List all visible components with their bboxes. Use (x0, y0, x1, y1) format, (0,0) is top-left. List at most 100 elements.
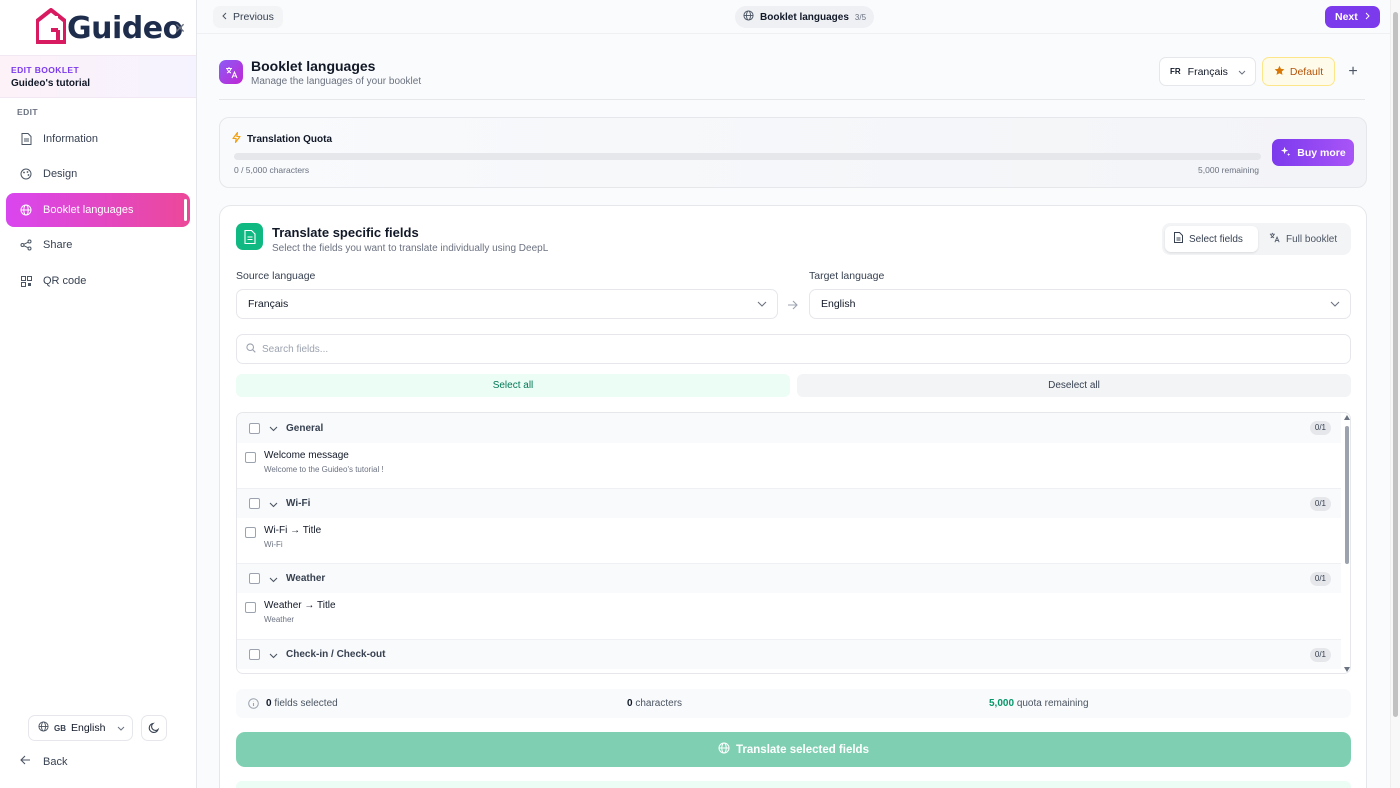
sidebar-item-label: Information (43, 133, 99, 145)
group-checkbox[interactable] (249, 649, 260, 660)
add-language-button[interactable]: + (1342, 61, 1364, 83)
chevron-right-icon (1365, 11, 1370, 23)
chars-count-text: characters (635, 698, 683, 709)
select-all-button[interactable]: Select all (236, 374, 790, 397)
search-placeholder: Search fields... (262, 343, 329, 355)
quota-count-value: 5,000 (989, 698, 1015, 709)
group-count-badge: 0/1 (1309, 648, 1331, 662)
interface-language-select[interactable]: GB English (28, 715, 133, 741)
field-group-general[interactable]: General 0/1 (237, 413, 1341, 443)
source-language-label: Source language (236, 270, 316, 282)
quota-remaining-count: 5,000 quota remaining (989, 698, 1089, 709)
fields-count-value: 0 (266, 698, 272, 709)
scroll-down-icon[interactable] (1344, 667, 1350, 672)
field-title: Weather → Title (264, 600, 336, 611)
group-name: Weather (286, 573, 326, 584)
buy-more-button[interactable]: Buy more (1272, 139, 1354, 166)
globe-icon (20, 204, 32, 216)
fields-selected-count: 0 fields selected (266, 698, 338, 709)
back-button[interactable]: Back (20, 755, 67, 768)
qr-code-icon (20, 275, 32, 287)
quota-progress-bar (234, 153, 1261, 160)
next-section-peek (236, 781, 1351, 788)
field-checkbox[interactable] (245, 452, 256, 463)
close-sidebar-icon[interactable]: ✕ (172, 20, 188, 36)
chevron-down-icon[interactable] (269, 648, 278, 662)
field-checkbox[interactable] (245, 527, 256, 538)
next-button[interactable]: Next (1325, 6, 1380, 28)
search-fields-input[interactable]: Search fields... (236, 334, 1351, 364)
quota-title: Translation Quota (232, 131, 332, 146)
group-checkbox[interactable] (249, 422, 260, 434)
fields-list: General 0/1 Welcome message Welcome to t… (236, 412, 1351, 674)
tab-select-fields[interactable]: Select fields (1165, 226, 1258, 252)
next-label: Next (1335, 11, 1358, 23)
sidebar-item-label: Booklet languages (43, 204, 134, 216)
target-language-value: English (821, 298, 856, 310)
chevron-down-icon[interactable] (269, 497, 278, 511)
deselect-all-button[interactable]: Deselect all (797, 374, 1351, 397)
tab-full-booklet[interactable]: Full booklet (1260, 226, 1346, 252)
group-count-badge: 0/1 (1309, 572, 1331, 586)
list-item[interactable]: Welcome message Welcome to the Guideo's … (237, 443, 1341, 488)
default-language-button[interactable]: Default (1262, 57, 1335, 86)
step-count: 3/5 (854, 12, 867, 22)
field-title: Welcome message (264, 450, 349, 461)
guideo-logo[interactable]: Guideo (36, 6, 183, 44)
document-icon (20, 133, 32, 145)
step-label: Booklet languages (760, 11, 849, 23)
source-language-select[interactable]: Français (236, 289, 778, 319)
sidebar-item-label: QR code (43, 275, 87, 287)
booklet-language-select[interactable]: FR Français (1159, 57, 1256, 86)
scroll-up-icon[interactable] (1344, 415, 1350, 420)
lightning-icon (232, 131, 241, 146)
field-group-weather[interactable]: Weather 0/1 (237, 563, 1341, 593)
logo-house-icon (36, 8, 66, 44)
group-checkbox[interactable] (249, 498, 260, 509)
edit-booklet-box: EDIT BOOKLET Guideo's tutorial (0, 55, 196, 98)
sidebar-item-share[interactable]: Share (6, 228, 190, 262)
window-scrollbar[interactable] (1390, 0, 1400, 788)
dark-mode-toggle[interactable] (141, 715, 167, 741)
star-icon (1274, 65, 1285, 79)
main-content: Booklet languages Manage the languages o… (197, 34, 1390, 788)
target-language-select[interactable]: English (809, 289, 1351, 319)
field-group-check-in-out[interactable]: Check-in / Check-out 0/1 (237, 639, 1341, 669)
step-indicator: Booklet languages 3/5 (735, 6, 875, 28)
group-checkbox[interactable] (249, 573, 260, 584)
header-divider (219, 99, 1365, 100)
sidebar-item-information[interactable]: Information (6, 122, 190, 156)
previous-button[interactable]: Previous (213, 6, 283, 28)
chevron-down-icon[interactable] (269, 572, 278, 586)
file-text-icon (236, 223, 263, 250)
group-name: Wi-Fi (286, 498, 311, 509)
buy-more-label: Buy more (1297, 146, 1346, 159)
fields-list-scrollbar[interactable] (1343, 413, 1350, 673)
sidebar-item-qr-code[interactable]: QR code (6, 264, 190, 298)
chevron-down-icon (1330, 298, 1340, 310)
arrow-left-icon (20, 755, 31, 768)
chevron-down-icon[interactable] (269, 421, 278, 435)
sidebar-item-booklet-languages[interactable]: Booklet languages (6, 193, 190, 227)
list-item[interactable]: Wi-Fi → Title Wi-Fi (237, 518, 1341, 563)
list-item[interactable]: Weather → Title Weather (237, 593, 1341, 638)
field-group-wifi[interactable]: Wi-Fi 0/1 (237, 488, 1341, 518)
booklet-name: Guideo's tutorial (11, 78, 91, 89)
tab-label: Full booklet (1286, 233, 1338, 245)
booklet-language-value: Français (1187, 65, 1228, 78)
flag-label: GB (54, 723, 66, 733)
quota-used-text: 0 / 5,000 characters (234, 165, 310, 175)
sidebar-item-design[interactable]: Design (6, 157, 190, 191)
sidebar: Guideo ✕ EDIT BOOKLET Guideo's tutorial … (0, 0, 197, 788)
field-checkbox[interactable] (245, 602, 256, 613)
default-label: Default (1289, 65, 1324, 78)
translate-selected-button[interactable]: Translate selected fields (236, 732, 1351, 767)
source-language-value: Français (248, 298, 289, 310)
page-title: Booklet languages (251, 58, 376, 74)
moon-icon (148, 722, 160, 733)
scrollbar-thumb[interactable] (1345, 426, 1349, 564)
window-scrollbar-thumb[interactable] (1393, 12, 1398, 717)
group-count-badge: 0/1 (1309, 421, 1331, 435)
previous-label: Previous (233, 11, 274, 23)
field-preview: Welcome to the Guideo's tutorial ! (264, 465, 384, 474)
